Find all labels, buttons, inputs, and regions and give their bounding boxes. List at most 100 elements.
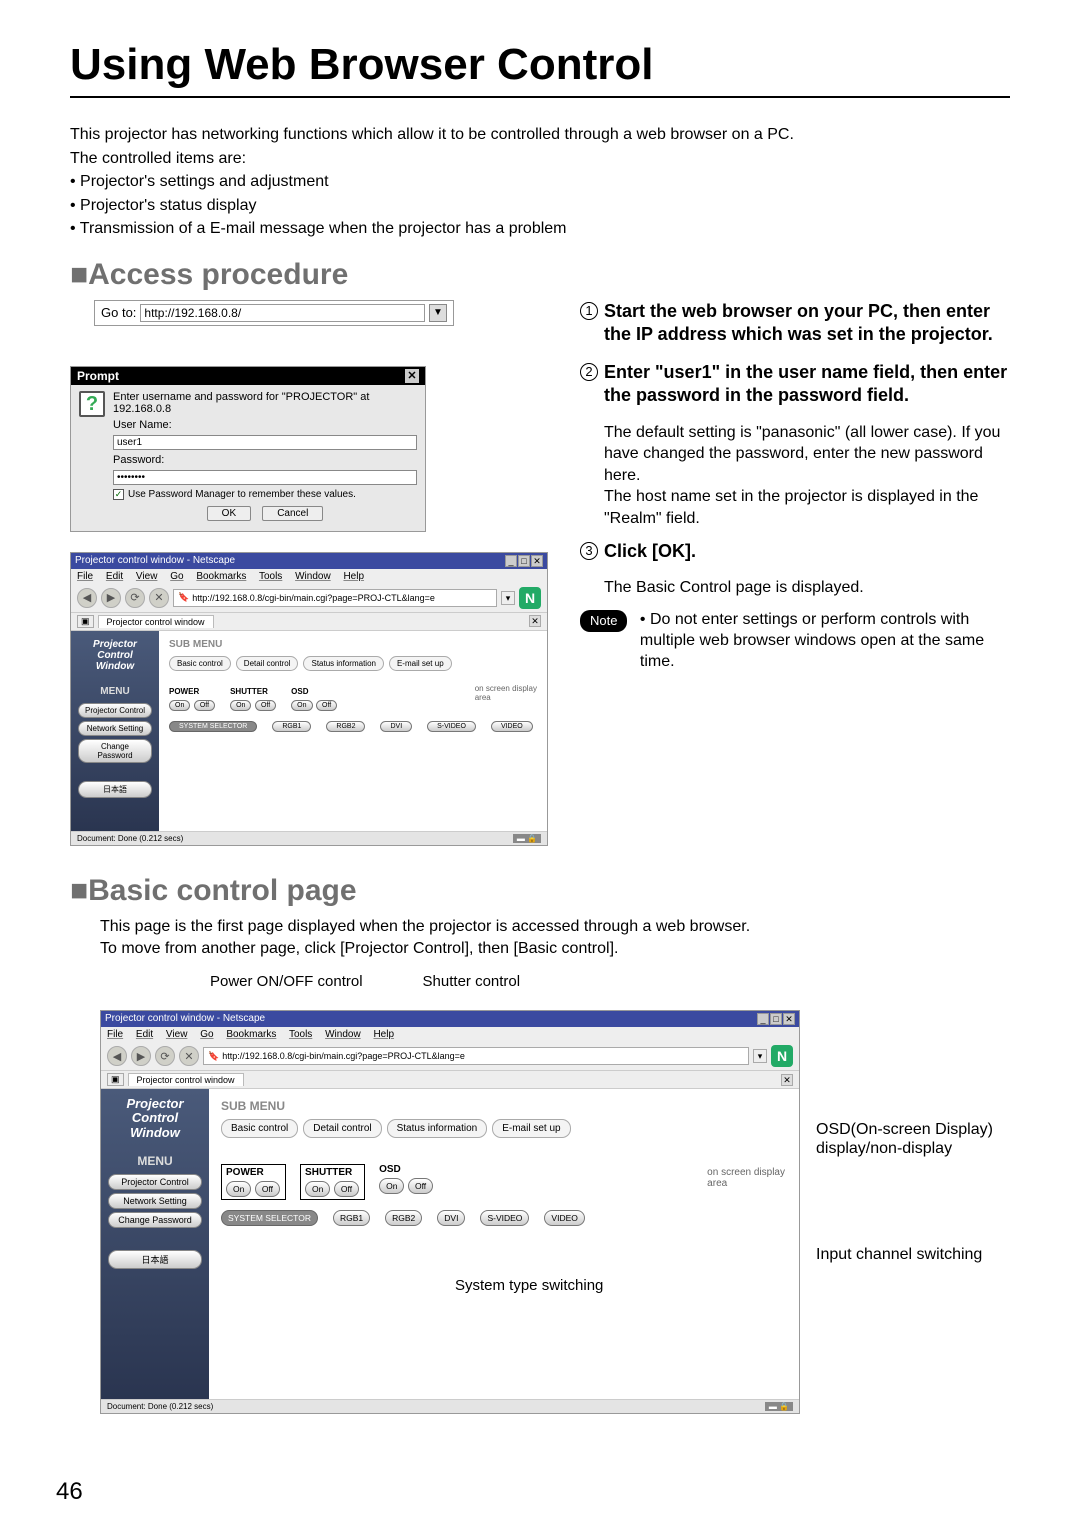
- stop-icon[interactable]: ✕: [149, 588, 169, 608]
- callout-shutter: Shutter control: [423, 973, 521, 990]
- step-1-number: 1: [580, 302, 598, 320]
- tab-detail-control[interactable]: Detail control: [303, 1119, 381, 1138]
- stop-icon[interactable]: ✕: [179, 1046, 199, 1066]
- osd-label: OSD: [291, 687, 338, 696]
- remember-checkbox[interactable]: ✓: [113, 489, 124, 500]
- intro-bullet: • Projector's status display: [70, 195, 1010, 217]
- sidebar-projector-control[interactable]: Projector Control: [108, 1174, 202, 1190]
- close-tab-icon[interactable]: ✕: [529, 615, 541, 627]
- osd-area-label: area: [707, 1178, 785, 1189]
- menu-tools[interactable]: Tools: [259, 571, 282, 582]
- tab-basic-control[interactable]: Basic control: [169, 656, 231, 671]
- newtab-icon[interactable]: ▣: [77, 615, 94, 628]
- input-rgb1-button[interactable]: RGB1: [272, 721, 311, 732]
- forward-icon[interactable]: ▶: [101, 588, 121, 608]
- netscape-logo-icon: N: [771, 1045, 793, 1067]
- menu-go[interactable]: Go: [200, 1029, 213, 1040]
- tab-email-setup[interactable]: E-mail set up: [389, 656, 452, 671]
- menu-tools[interactable]: Tools: [289, 1029, 312, 1040]
- step-3-sub: The Basic Control page is displayed.: [604, 577, 1010, 599]
- osd-off-button[interactable]: Off: [316, 700, 337, 711]
- input-dvi-button[interactable]: DVI: [437, 1210, 465, 1226]
- osd-on-button[interactable]: On: [291, 700, 312, 711]
- status-text: Document: Done (0.212 secs): [107, 1402, 213, 1411]
- menu-window[interactable]: Window: [295, 571, 331, 582]
- menu-bookmarks[interactable]: Bookmarks: [196, 571, 246, 582]
- browser-tab[interactable]: Projector control window: [98, 615, 214, 628]
- back-icon[interactable]: ◀: [77, 588, 97, 608]
- input-video-button[interactable]: VIDEO: [491, 721, 533, 732]
- menu-edit[interactable]: Edit: [136, 1029, 153, 1040]
- tab-detail-control[interactable]: Detail control: [236, 656, 299, 671]
- menu-view[interactable]: View: [136, 571, 158, 582]
- forward-icon[interactable]: ▶: [131, 1046, 151, 1066]
- tab-email-setup[interactable]: E-mail set up: [492, 1119, 570, 1138]
- browser-screenshot-small: Projector control window - Netscape _ □ …: [70, 552, 548, 846]
- input-rgb2-button[interactable]: RGB2: [385, 1210, 422, 1226]
- newtab-icon[interactable]: ▣: [107, 1073, 124, 1086]
- close-icon[interactable]: ✕: [783, 1013, 795, 1025]
- shutter-on-button[interactable]: On: [305, 1181, 330, 1197]
- menu-bookmarks[interactable]: Bookmarks: [226, 1029, 276, 1040]
- password-input[interactable]: [113, 470, 417, 485]
- power-off-button[interactable]: Off: [194, 700, 215, 711]
- shutter-off-button[interactable]: Off: [255, 700, 276, 711]
- menu-file[interactable]: File: [107, 1029, 123, 1040]
- input-dvi-button[interactable]: DVI: [380, 721, 412, 732]
- sidebar-change-password[interactable]: Change Password: [78, 739, 152, 763]
- input-rgb1-button[interactable]: RGB1: [333, 1210, 370, 1226]
- menu-go[interactable]: Go: [170, 571, 183, 582]
- menu-file[interactable]: File: [77, 571, 93, 582]
- back-icon[interactable]: ◀: [107, 1046, 127, 1066]
- minimize-icon[interactable]: _: [757, 1013, 769, 1025]
- system-selector-button[interactable]: SYSTEM SELECTOR: [169, 721, 257, 732]
- tab-basic-control[interactable]: Basic control: [221, 1119, 298, 1138]
- maximize-icon[interactable]: □: [518, 555, 530, 567]
- cancel-button[interactable]: Cancel: [262, 506, 323, 521]
- shutter-on-button[interactable]: On: [230, 700, 251, 711]
- url-input[interactable]: 🔖http://192.168.0.8/cgi-bin/main.cgi?pag…: [203, 1047, 749, 1065]
- osd-off-button[interactable]: Off: [408, 1178, 433, 1194]
- url-input[interactable]: 🔖http://192.168.0.8/cgi-bin/main.cgi?pag…: [173, 589, 497, 607]
- goto-url-field[interactable]: http://192.168.0.8/: [140, 304, 425, 322]
- menu-window[interactable]: Window: [325, 1029, 361, 1040]
- netscape-logo-icon: N: [519, 587, 541, 609]
- browser-menubar: File Edit View Go Bookmarks Tools Window…: [101, 1027, 799, 1042]
- username-input[interactable]: [113, 435, 417, 450]
- reload-icon[interactable]: ⟳: [155, 1046, 175, 1066]
- tab-status-info[interactable]: Status information: [303, 656, 383, 671]
- sidebar-network-setting[interactable]: Network Setting: [78, 721, 152, 736]
- sidebar-japanese[interactable]: 日本語: [78, 781, 152, 798]
- dropdown-icon[interactable]: ▾: [753, 1049, 767, 1063]
- input-rgb2-button[interactable]: RGB2: [326, 721, 365, 732]
- power-on-button[interactable]: On: [226, 1181, 251, 1197]
- maximize-icon[interactable]: □: [770, 1013, 782, 1025]
- minimize-icon[interactable]: _: [505, 555, 517, 567]
- input-svideo-button[interactable]: S-VIDEO: [480, 1210, 529, 1226]
- sidebar-change-password[interactable]: Change Password: [108, 1212, 202, 1228]
- menu-edit[interactable]: Edit: [106, 571, 123, 582]
- osd-on-button[interactable]: On: [379, 1178, 404, 1194]
- sidebar-network-setting[interactable]: Network Setting: [108, 1193, 202, 1209]
- tab-status-info[interactable]: Status information: [387, 1119, 488, 1138]
- power-on-button[interactable]: On: [169, 700, 190, 711]
- dropdown-icon[interactable]: ▾: [501, 591, 515, 605]
- sidebar-japanese[interactable]: 日本語: [108, 1250, 202, 1269]
- menu-help[interactable]: Help: [373, 1029, 394, 1040]
- input-video-button[interactable]: VIDEO: [544, 1210, 584, 1226]
- input-svideo-button[interactable]: S-VIDEO: [427, 721, 476, 732]
- close-icon[interactable]: ✕: [531, 555, 543, 567]
- ok-button[interactable]: OK: [207, 506, 251, 521]
- power-off-button[interactable]: Off: [255, 1181, 280, 1197]
- callout-osd: display/non-display: [816, 1139, 993, 1158]
- close-icon[interactable]: ✕: [405, 369, 419, 383]
- reload-icon[interactable]: ⟳: [125, 588, 145, 608]
- browser-tab[interactable]: Projector control window: [128, 1073, 244, 1086]
- dropdown-icon[interactable]: ▼: [429, 304, 447, 322]
- menu-help[interactable]: Help: [343, 571, 364, 582]
- menu-view[interactable]: View: [166, 1029, 188, 1040]
- system-selector-button[interactable]: SYSTEM SELECTOR: [221, 1210, 318, 1226]
- sidebar-projector-control[interactable]: Projector Control: [78, 703, 152, 718]
- shutter-off-button[interactable]: Off: [334, 1181, 359, 1197]
- close-tab-icon[interactable]: ✕: [781, 1074, 793, 1086]
